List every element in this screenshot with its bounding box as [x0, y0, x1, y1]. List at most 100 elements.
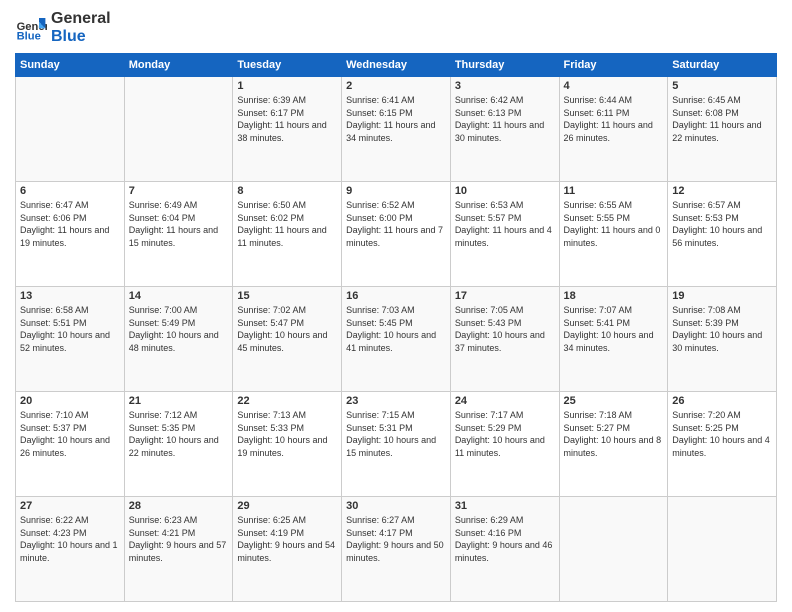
day-content: Sunrise: 6:52 AM Sunset: 6:00 PM Dayligh… [346, 199, 446, 249]
weekday-header-thursday: Thursday [450, 54, 559, 77]
calendar-cell: 13 Sunrise: 6:58 AM Sunset: 5:51 PM Dayli… [16, 287, 125, 392]
day-content: Sunrise: 7:10 AM Sunset: 5:37 PM Dayligh… [20, 409, 120, 459]
weekday-header-monday: Monday [124, 54, 233, 77]
day-number: 8 [237, 185, 337, 197]
calendar-cell: 12 Sunrise: 6:57 AM Sunset: 5:53 PM Dayli… [668, 182, 777, 287]
day-number: 12 [672, 185, 772, 197]
day-content: Sunrise: 7:18 AM Sunset: 5:27 PM Dayligh… [564, 409, 664, 459]
calendar-cell: 6 Sunrise: 6:47 AM Sunset: 6:06 PM Daylig… [16, 182, 125, 287]
calendar-cell: 18 Sunrise: 7:07 AM Sunset: 5:41 PM Dayli… [559, 287, 668, 392]
day-number: 19 [672, 290, 772, 302]
day-number: 27 [20, 500, 120, 512]
day-number: 11 [564, 185, 664, 197]
calendar-cell: 4 Sunrise: 6:44 AM Sunset: 6:11 PM Daylig… [559, 77, 668, 182]
day-content: Sunrise: 7:05 AM Sunset: 5:43 PM Dayligh… [455, 304, 555, 354]
calendar-cell: 22 Sunrise: 7:13 AM Sunset: 5:33 PM Dayli… [233, 392, 342, 497]
page: General Blue General Blue SundayMondayTu… [0, 0, 792, 612]
calendar-cell: 30Sunrise: 6:27 AM Sunset: 4:17 PM Dayli… [342, 497, 451, 602]
calendar-cell: 28 Sunrise: 6:23 AM Sunset: 4:21 PM Dayli… [124, 497, 233, 602]
calendar-cell: 11 Sunrise: 6:55 AM Sunset: 5:55 PM Dayli… [559, 182, 668, 287]
day-content: Sunrise: 7:07 AM Sunset: 5:41 PM Dayligh… [564, 304, 664, 354]
day-content: Sunrise: 6:53 AM Sunset: 5:57 PM Dayligh… [455, 199, 555, 249]
day-content: Sunrise: 6:47 AM Sunset: 6:06 PM Dayligh… [20, 199, 120, 249]
logo-blue: Blue [51, 28, 111, 46]
day-number: 2 [346, 80, 446, 92]
day-number: 29 [237, 500, 337, 512]
calendar-cell: 24Sunrise: 7:17 AM Sunset: 5:29 PM Dayli… [450, 392, 559, 497]
day-content: Sunrise: 6:41 AM Sunset: 6:15 PM Dayligh… [346, 94, 446, 144]
calendar-cell: 9 Sunrise: 6:52 AM Sunset: 6:00 PM Daylig… [342, 182, 451, 287]
day-number: 14 [129, 290, 229, 302]
logo-general: General [51, 10, 111, 28]
weekday-header-row: SundayMondayTuesdayWednesdayThursdayFrid… [16, 54, 777, 77]
day-content: Sunrise: 6:22 AM Sunset: 4:23 PM Dayligh… [20, 514, 120, 564]
day-content: Sunrise: 6:57 AM Sunset: 5:53 PM Dayligh… [672, 199, 772, 249]
week-row-3: 13 Sunrise: 6:58 AM Sunset: 5:51 PM Dayli… [16, 287, 777, 392]
calendar-cell: 14 Sunrise: 7:00 AM Sunset: 5:49 PM Dayli… [124, 287, 233, 392]
day-content: Sunrise: 7:08 AM Sunset: 5:39 PM Dayligh… [672, 304, 772, 354]
calendar-cell: 15Sunrise: 7:02 AM Sunset: 5:47 PM Dayli… [233, 287, 342, 392]
calendar-table: SundayMondayTuesdayWednesdayThursdayFrid… [15, 53, 777, 602]
day-number: 31 [455, 500, 555, 512]
calendar-cell: 25Sunrise: 7:18 AM Sunset: 5:27 PM Dayli… [559, 392, 668, 497]
day-number: 28 [129, 500, 229, 512]
calendar-cell: 10 Sunrise: 6:53 AM Sunset: 5:57 PM Dayli… [450, 182, 559, 287]
day-content: Sunrise: 6:23 AM Sunset: 4:21 PM Dayligh… [129, 514, 229, 564]
day-content: Sunrise: 6:44 AM Sunset: 6:11 PM Dayligh… [564, 94, 664, 144]
weekday-header-wednesday: Wednesday [342, 54, 451, 77]
calendar-cell: 3Sunrise: 6:42 AM Sunset: 6:13 PM Daylig… [450, 77, 559, 182]
day-number: 7 [129, 185, 229, 197]
day-content: Sunrise: 6:29 AM Sunset: 4:16 PM Dayligh… [455, 514, 555, 564]
day-number: 26 [672, 395, 772, 407]
weekday-header-saturday: Saturday [668, 54, 777, 77]
weekday-header-sunday: Sunday [16, 54, 125, 77]
day-number: 10 [455, 185, 555, 197]
day-content: Sunrise: 6:45 AM Sunset: 6:08 PM Dayligh… [672, 94, 772, 144]
calendar-cell: 8 Sunrise: 6:50 AM Sunset: 6:02 PM Daylig… [233, 182, 342, 287]
day-number: 9 [346, 185, 446, 197]
day-number: 23 [346, 395, 446, 407]
calendar-cell: 31 Sunrise: 6:29 AM Sunset: 4:16 PM Dayli… [450, 497, 559, 602]
day-number: 6 [20, 185, 120, 197]
calendar-cell: 2 Sunrise: 6:41 AM Sunset: 6:15 PM Daylig… [342, 77, 451, 182]
calendar-cell: 16Sunrise: 7:03 AM Sunset: 5:45 PM Dayli… [342, 287, 451, 392]
day-number: 21 [129, 395, 229, 407]
day-content: Sunrise: 6:49 AM Sunset: 6:04 PM Dayligh… [129, 199, 229, 249]
day-content: Sunrise: 6:25 AM Sunset: 4:19 PM Dayligh… [237, 514, 337, 564]
day-content: Sunrise: 7:13 AM Sunset: 5:33 PM Dayligh… [237, 409, 337, 459]
header: General Blue General Blue [15, 10, 777, 45]
day-content: Sunrise: 7:00 AM Sunset: 5:49 PM Dayligh… [129, 304, 229, 354]
day-content: Sunrise: 6:42 AM Sunset: 6:13 PM Dayligh… [455, 94, 555, 144]
week-row-4: 20Sunrise: 7:10 AM Sunset: 5:37 PM Dayli… [16, 392, 777, 497]
day-content: Sunrise: 7:12 AM Sunset: 5:35 PM Dayligh… [129, 409, 229, 459]
day-content: Sunrise: 7:03 AM Sunset: 5:45 PM Dayligh… [346, 304, 446, 354]
day-number: 30 [346, 500, 446, 512]
calendar-cell [124, 77, 233, 182]
day-number: 4 [564, 80, 664, 92]
day-number: 13 [20, 290, 120, 302]
calendar-cell [559, 497, 668, 602]
day-content: Sunrise: 7:17 AM Sunset: 5:29 PM Dayligh… [455, 409, 555, 459]
calendar-cell: 29 Sunrise: 6:25 AM Sunset: 4:19 PM Dayli… [233, 497, 342, 602]
week-row-2: 6 Sunrise: 6:47 AM Sunset: 6:06 PM Daylig… [16, 182, 777, 287]
day-number: 15 [237, 290, 337, 302]
calendar-cell: 1Sunrise: 6:39 AM Sunset: 6:17 PM Daylig… [233, 77, 342, 182]
calendar-cell: 23Sunrise: 7:15 AM Sunset: 5:31 PM Dayli… [342, 392, 451, 497]
svg-text:Blue: Blue [17, 30, 41, 41]
calendar-cell: 21 Sunrise: 7:12 AM Sunset: 5:35 PM Dayli… [124, 392, 233, 497]
day-content: Sunrise: 6:50 AM Sunset: 6:02 PM Dayligh… [237, 199, 337, 249]
day-content: Sunrise: 6:55 AM Sunset: 5:55 PM Dayligh… [564, 199, 664, 249]
calendar-cell: 5Sunrise: 6:45 AM Sunset: 6:08 PM Daylig… [668, 77, 777, 182]
day-number: 18 [564, 290, 664, 302]
day-content: Sunrise: 6:58 AM Sunset: 5:51 PM Dayligh… [20, 304, 120, 354]
calendar-cell: 20Sunrise: 7:10 AM Sunset: 5:37 PM Dayli… [16, 392, 125, 497]
weekday-header-friday: Friday [559, 54, 668, 77]
calendar-cell: 26 Sunrise: 7:20 AM Sunset: 5:25 PM Dayli… [668, 392, 777, 497]
calendar-cell: 27 Sunrise: 6:22 AM Sunset: 4:23 PM Dayli… [16, 497, 125, 602]
calendar-cell: 7 Sunrise: 6:49 AM Sunset: 6:04 PM Daylig… [124, 182, 233, 287]
weekday-header-tuesday: Tuesday [233, 54, 342, 77]
day-number: 17 [455, 290, 555, 302]
day-content: Sunrise: 7:20 AM Sunset: 5:25 PM Dayligh… [672, 409, 772, 459]
day-number: 22 [237, 395, 337, 407]
calendar-cell [668, 497, 777, 602]
